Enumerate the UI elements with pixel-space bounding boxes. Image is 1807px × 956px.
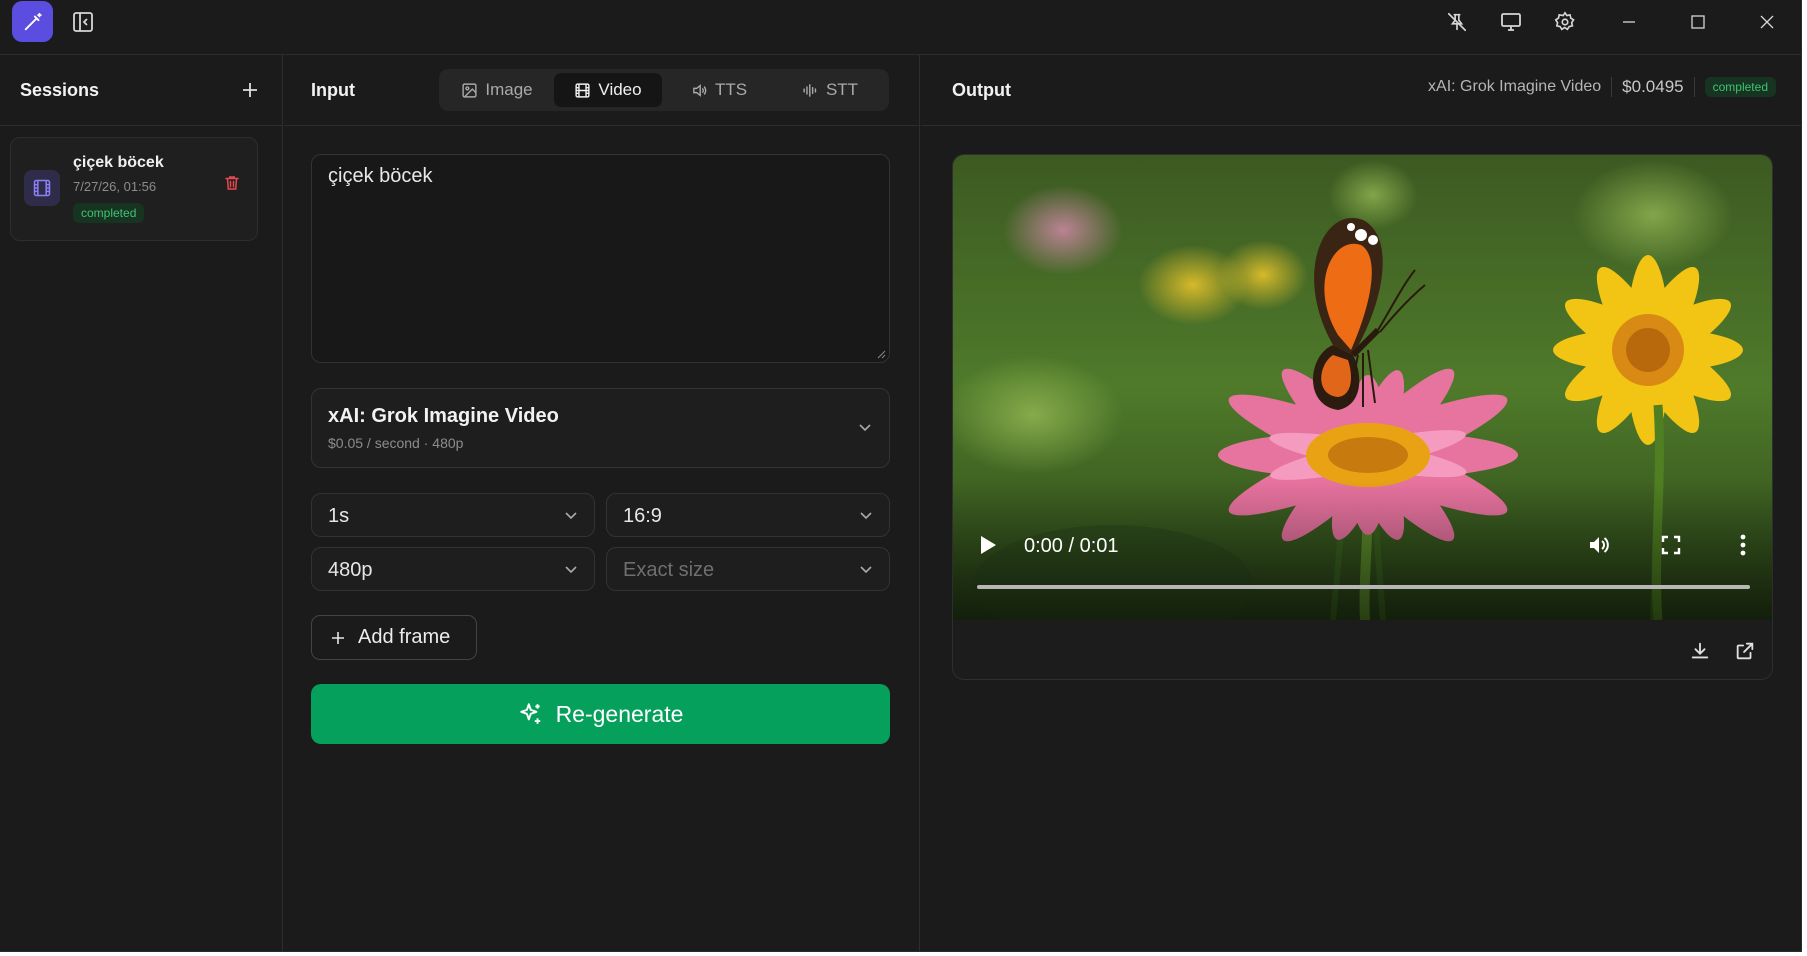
download-icon (1691, 642, 1709, 659)
mode-tabs: Image Video TTS STT (439, 69, 889, 111)
chevron-down-icon (856, 418, 874, 436)
model-select[interactable]: xAI: Grok Imagine Video $0.05 / second ·… (311, 388, 890, 468)
chevron-down-icon (857, 506, 875, 524)
plus-icon (243, 83, 257, 97)
video-time: 0:00 / 0:01 (1024, 535, 1119, 557)
output-title: Output (952, 80, 1011, 100)
divider (1611, 77, 1613, 97)
prompt-text: çiçek böcek (328, 165, 433, 187)
chevron-down-icon (562, 560, 580, 578)
new-session-button[interactable] (235, 75, 265, 105)
minimize-icon[interactable] (1614, 7, 1644, 37)
output-header: Output xAI: Grok Imagine Video $0.0495 c… (921, 55, 1802, 126)
magic-wand-icon[interactable] (12, 1, 53, 42)
external-link-icon (1736, 642, 1754, 660)
plus-icon (332, 631, 344, 644)
exact-size-placeholder: Exact size (623, 559, 715, 581)
speaker-icon (693, 83, 707, 97)
duration-select[interactable]: 1s (311, 493, 595, 537)
chevron-down-icon (857, 560, 875, 578)
input-header: Input Image Video TTS STT (284, 55, 919, 126)
input-panel: Input Image Video TTS STT çiçek böcek xA… (284, 55, 920, 952)
session-date: 7/27/26, 01:56 (73, 179, 157, 194)
volume-icon (1590, 537, 1609, 553)
output-meta: xAI: Grok Imagine Video $0.0495 complete… (1428, 77, 1776, 97)
output-price: $0.0495 (1622, 77, 1684, 96)
input-title: Input (311, 80, 355, 100)
resolution-select[interactable]: 480p (311, 547, 595, 591)
resize-grip-icon[interactable] (876, 349, 886, 359)
sidebar-header: Sessions (0, 55, 282, 126)
waveform-icon (803, 83, 817, 97)
model-pricing: $0.05 / second · 480p (328, 435, 464, 451)
video-card: 0:00 / 0:01 (952, 154, 1773, 680)
aspect-value: 16:9 (623, 505, 662, 527)
tab-image[interactable]: Image (443, 73, 551, 107)
fullscreen-icon (1661, 535, 1681, 555)
more-options-button[interactable] (1728, 530, 1758, 560)
sparkles-icon (519, 703, 540, 724)
gear-icon[interactable] (1550, 7, 1580, 37)
title-bar (0, 0, 1801, 55)
download-button[interactable] (1687, 638, 1713, 664)
sidebar-title: Sessions (20, 80, 100, 100)
app-window: Sessions çiçek böcek 7/27/26, 01:56 comp… (0, 0, 1802, 952)
video-controls: 0:00 / 0:01 (953, 155, 1772, 620)
more-vertical-icon (1740, 534, 1746, 556)
open-external-button[interactable] (1732, 638, 1758, 664)
collapse-sidebar-icon[interactable] (68, 7, 98, 37)
tab-label: Video (598, 80, 642, 99)
monitor-icon[interactable] (1496, 7, 1526, 37)
regenerate-button[interactable]: Re-generate (311, 684, 890, 744)
film-icon (24, 170, 60, 206)
resolution-value: 480p (328, 559, 373, 581)
tab-label: TTS (714, 80, 748, 99)
video-progress-bar[interactable] (977, 585, 1750, 589)
tab-video[interactable]: Video (554, 73, 662, 107)
tab-tts[interactable]: TTS (665, 73, 773, 107)
aspect-ratio-select[interactable]: 16:9 (606, 493, 890, 537)
divider (1693, 77, 1695, 97)
output-panel: Output xAI: Grok Imagine Video $0.0495 c… (921, 55, 1802, 952)
status-badge: completed (73, 203, 145, 223)
exact-size-select[interactable]: Exact size (606, 547, 890, 591)
volume-button[interactable] (1584, 530, 1614, 560)
regenerate-label: Re-generate (555, 700, 684, 727)
fullscreen-button[interactable] (1656, 530, 1686, 560)
trash-icon (225, 176, 239, 190)
session-item[interactable]: çiçek böcek 7/27/26, 01:56 completed (10, 137, 258, 241)
status-badge: completed (1704, 77, 1776, 97)
tab-stt[interactable]: STT (776, 73, 884, 107)
play-icon (981, 536, 996, 554)
add-frame-label: Add frame (358, 626, 451, 648)
duration-value: 1s (328, 505, 350, 527)
chevron-down-icon (562, 506, 580, 524)
output-model: xAI: Grok Imagine Video (1428, 78, 1602, 95)
delete-session-button[interactable] (221, 172, 243, 194)
model-name: xAI: Grok Imagine Video (328, 405, 559, 427)
video-player[interactable]: 0:00 / 0:01 (953, 155, 1772, 620)
close-icon[interactable] (1752, 7, 1782, 37)
prompt-textarea[interactable]: çiçek böcek (311, 154, 890, 363)
add-frame-button[interactable]: Add frame (311, 615, 477, 660)
tab-label: STT (825, 80, 859, 99)
maximize-icon[interactable] (1683, 7, 1713, 37)
session-name: çiçek böcek (73, 154, 164, 171)
film-icon (575, 82, 590, 98)
play-button[interactable] (973, 530, 1003, 560)
sessions-sidebar: Sessions çiçek böcek 7/27/26, 01:56 comp… (0, 55, 283, 952)
unpin-icon[interactable] (1442, 7, 1472, 37)
image-icon (462, 82, 477, 98)
tab-label: Image (485, 80, 533, 99)
